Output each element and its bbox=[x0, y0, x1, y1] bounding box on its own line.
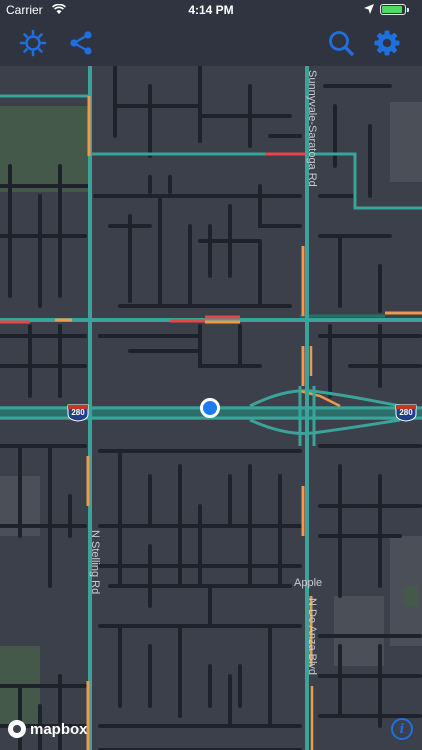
settings-button[interactable] bbox=[372, 28, 402, 58]
battery-tip bbox=[407, 8, 409, 12]
clock: 4:14 PM bbox=[188, 3, 234, 17]
park-area bbox=[0, 106, 88, 192]
top-toolbar bbox=[0, 20, 422, 66]
street-label-stelling: N Stelling Rd bbox=[89, 530, 101, 595]
mapbox-wordmark: mapbox bbox=[30, 720, 88, 738]
map-view[interactable]: Sunnyvale-Saratoga Rd N Stelling Rd N De… bbox=[0, 66, 422, 750]
location-arrow-icon bbox=[364, 4, 374, 14]
user-location-dot bbox=[200, 398, 220, 418]
share-button[interactable] bbox=[66, 28, 96, 58]
mapbox-logo[interactable]: mapbox bbox=[8, 720, 88, 738]
info-icon: i bbox=[399, 721, 405, 737]
park-area bbox=[390, 102, 422, 182]
settings-sun-icon bbox=[19, 29, 47, 57]
street-label-sunnyvale-saratoga: Sunnyvale-Saratoga Rd bbox=[306, 70, 318, 187]
highway-shield: 280 bbox=[395, 404, 417, 422]
share-icon bbox=[70, 31, 92, 55]
park-area bbox=[404, 586, 418, 606]
battery-icon bbox=[380, 4, 406, 15]
search-button[interactable] bbox=[326, 28, 356, 58]
status-bar: Carrier 4:14 PM bbox=[0, 0, 422, 20]
search-icon bbox=[329, 31, 354, 56]
mapbox-mark-icon bbox=[8, 720, 26, 738]
highway-shield: 280 bbox=[67, 404, 89, 422]
street-label-de-anza: N De Anza Blvd bbox=[306, 598, 318, 676]
gear-icon bbox=[374, 30, 400, 56]
map-style-button[interactable] bbox=[18, 28, 48, 58]
shield-number: 280 bbox=[71, 408, 85, 417]
info-button[interactable]: i bbox=[391, 718, 413, 740]
shield-number: 280 bbox=[399, 408, 413, 417]
poi-label-apple: Apple bbox=[294, 577, 323, 589]
